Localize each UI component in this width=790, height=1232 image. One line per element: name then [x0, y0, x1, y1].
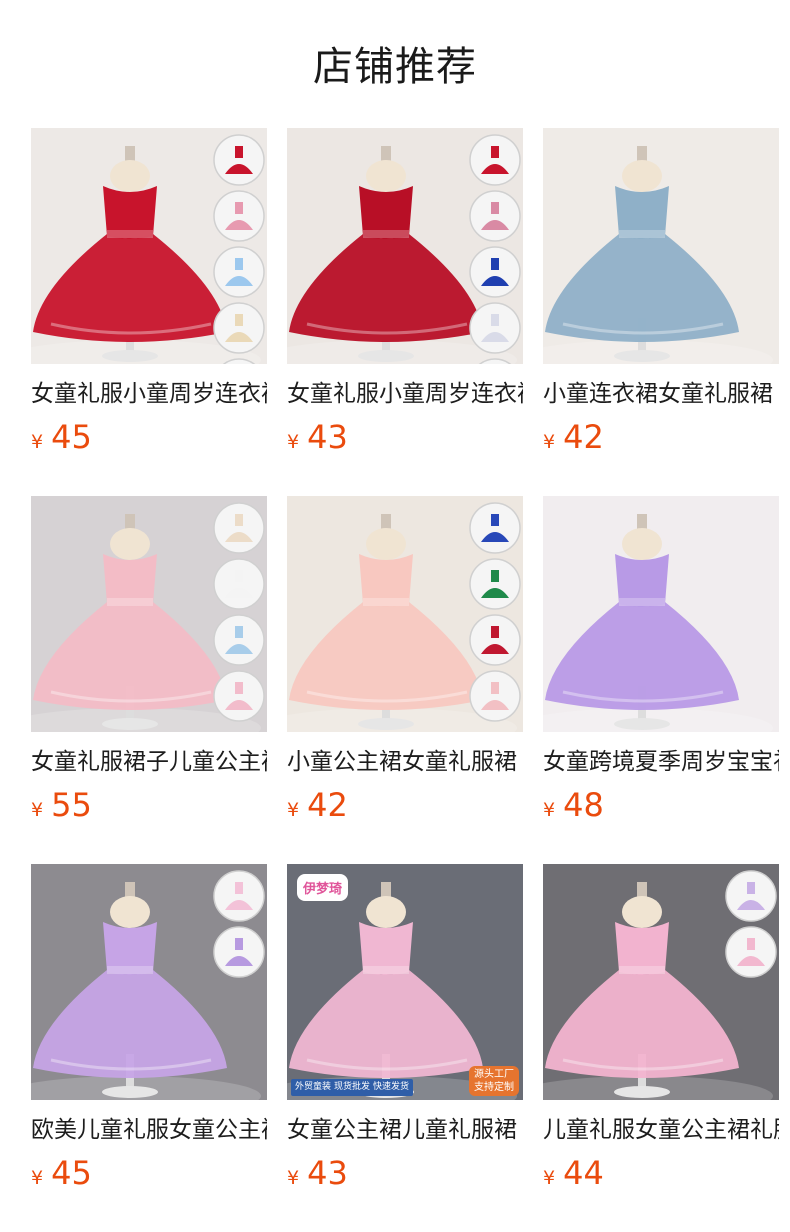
promo-tag: 快速发货	[373, 1082, 410, 1092]
product-image[interactable]	[543, 864, 779, 1100]
product-card[interactable]: 女童礼服小童周岁连衣裙 ¥43	[287, 128, 523, 496]
product-name[interactable]: 女童礼服小童周岁连衣裙	[287, 378, 523, 410]
product-price: ¥43	[287, 1152, 523, 1194]
product-price: ¥48	[543, 784, 779, 826]
product-image[interactable]	[543, 496, 779, 732]
product-name[interactable]: 女童公主裙儿童礼服裙	[287, 1114, 523, 1146]
currency-symbol: ¥	[31, 799, 44, 821]
product-price: ¥43	[287, 416, 523, 458]
currency-symbol: ¥	[543, 1167, 556, 1189]
product-card[interactable]: 欧美儿童礼服女童公主裙 ¥45	[31, 864, 267, 1232]
product-price: ¥42	[287, 784, 523, 826]
product-grid: 女童礼服小童周岁连衣裙 ¥45 女童礼服小童周岁连衣裙 ¥43 小童连衣裙女童礼服裙 ¥4…	[31, 128, 779, 1232]
product-image[interactable]	[31, 128, 267, 364]
brand-logo: 伊梦琦	[297, 874, 349, 901]
factory-badge-line: 支持定制	[474, 1082, 514, 1093]
product-card[interactable]: 儿童礼服女童公主裙礼服 ¥44	[543, 864, 779, 1232]
price-value: 42	[563, 418, 604, 456]
product-price: ¥55	[31, 784, 267, 826]
product-card[interactable]: 女童礼服小童周岁连衣裙 ¥45	[31, 128, 267, 496]
currency-symbol: ¥	[31, 1167, 44, 1189]
factory-badge-line: 源头工厂	[474, 1069, 514, 1080]
currency-symbol: ¥	[543, 799, 556, 821]
product-price: ¥45	[31, 416, 267, 458]
product-name[interactable]: 女童礼服裙子儿童公主裙	[31, 746, 267, 778]
promo-tag: 现货批发	[334, 1082, 371, 1092]
product-price: ¥42	[543, 416, 779, 458]
product-image[interactable]	[31, 496, 267, 732]
product-image[interactable]: 伊梦琦外贸童装 现货批发 快速发货 源头工厂支持定制	[287, 864, 523, 1100]
currency-symbol: ¥	[287, 799, 300, 821]
price-value: 44	[563, 1154, 604, 1192]
price-value: 42	[307, 786, 348, 824]
page-title: 店铺推荐	[313, 44, 477, 90]
product-name[interactable]: 小童公主裙女童礼服裙	[287, 746, 523, 778]
product-name[interactable]: 儿童礼服女童公主裙礼服	[543, 1114, 779, 1146]
product-name[interactable]: 小童连衣裙女童礼服裙	[543, 378, 779, 410]
product-image[interactable]	[287, 496, 523, 732]
price-value: 48	[563, 786, 604, 824]
product-card[interactable]: 小童公主裙女童礼服裙 ¥42	[287, 496, 523, 864]
currency-symbol: ¥	[287, 1167, 300, 1189]
price-value: 45	[51, 1154, 92, 1192]
price-value: 45	[51, 418, 92, 456]
price-value: 55	[51, 786, 92, 824]
product-price: ¥45	[31, 1152, 267, 1194]
product-image[interactable]	[287, 128, 523, 364]
promo-tag-bar: 外贸童装 现货批发 快速发货	[291, 1079, 414, 1096]
product-price: ¥44	[543, 1152, 779, 1194]
price-value: 43	[307, 1154, 348, 1192]
store-recommendation-page: 店铺推荐 女童礼服小童周岁连衣裙 ¥45 女童礼服小童周岁连衣裙 ¥43 小童连衣裙女童…	[0, 0, 790, 1232]
currency-symbol: ¥	[543, 431, 556, 453]
product-name[interactable]: 欧美儿童礼服女童公主裙	[31, 1114, 267, 1146]
product-name[interactable]: 女童跨境夏季周岁宝宝礼服	[543, 746, 779, 778]
price-value: 43	[307, 418, 348, 456]
currency-symbol: ¥	[287, 431, 300, 453]
factory-badge: 源头工厂 支持定制	[469, 1066, 519, 1096]
currency-symbol: ¥	[31, 431, 44, 453]
product-card[interactable]: 伊梦琦外贸童装 现货批发 快速发货 源头工厂支持定制女童公主裙儿童礼服裙 ¥43	[287, 864, 523, 1232]
product-image[interactable]	[543, 128, 779, 364]
product-image[interactable]	[31, 864, 267, 1100]
product-card[interactable]: 女童礼服裙子儿童公主裙 ¥55	[31, 496, 267, 864]
promo-tag: 外贸童装	[295, 1082, 332, 1092]
product-name[interactable]: 女童礼服小童周岁连衣裙	[31, 378, 267, 410]
product-card[interactable]: 女童跨境夏季周岁宝宝礼服 ¥48	[543, 496, 779, 864]
product-card[interactable]: 小童连衣裙女童礼服裙 ¥42	[543, 128, 779, 496]
